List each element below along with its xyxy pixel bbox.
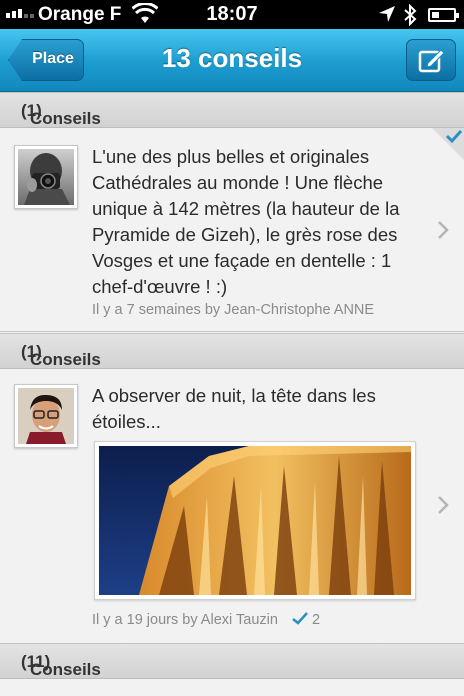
tip-photo[interactable] [94, 441, 416, 600]
chevron-right-icon [438, 496, 449, 514]
back-button[interactable]: Place [8, 39, 84, 81]
user-photo [18, 149, 74, 205]
avatar[interactable] [14, 384, 78, 448]
compose-icon [418, 49, 445, 73]
navigation-bar: Place 13 conseils [0, 29, 464, 92]
check-icon [292, 612, 308, 625]
bluetooth-icon [404, 4, 417, 26]
done-count: 2 [292, 612, 320, 628]
tip-text: A observer de nuit, la tête dans les éto… [92, 385, 376, 432]
done-check-icon [432, 128, 464, 160]
tip-text: L'une des plus belles et originales Cath… [92, 146, 400, 297]
section-header-others-tips: Conseils d'autres personnes(11) [0, 643, 464, 696]
tip-row-others-partial[interactable] [0, 679, 464, 696]
section-header-your-tips: Conseils de ta part(1) [0, 92, 464, 168]
tip-meta: Il y a 7 semaines by Jean-Christophe ANN… [92, 302, 375, 318]
user-photo [18, 388, 74, 444]
avatar[interactable] [14, 145, 78, 209]
section-header-friends-tips: Conseils d'amis(1) [0, 333, 464, 389]
done-count-value: 2 [311, 612, 321, 628]
tip-meta-text: Il y a 19 jours by Alexi Tauzin [92, 612, 278, 628]
battery-icon [428, 8, 459, 22]
tip-row-friend[interactable]: A observer de nuit, la tête dans les éto… [0, 369, 464, 643]
chevron-right-icon [438, 221, 449, 239]
back-button-label: Place [32, 50, 74, 67]
page-title: 13 conseils [161, 43, 303, 73]
compose-button[interactable] [406, 39, 456, 81]
tip-meta: Il y a 19 jours by Alexi Tauzin 2 [92, 612, 418, 628]
cathedral-photo [99, 446, 411, 595]
status-bar: Orange F 18:07 [0, 0, 464, 29]
tip-row-own[interactable]: L'une des plus belles et originales Cath… [0, 128, 464, 332]
location-arrow-icon [379, 6, 395, 22]
